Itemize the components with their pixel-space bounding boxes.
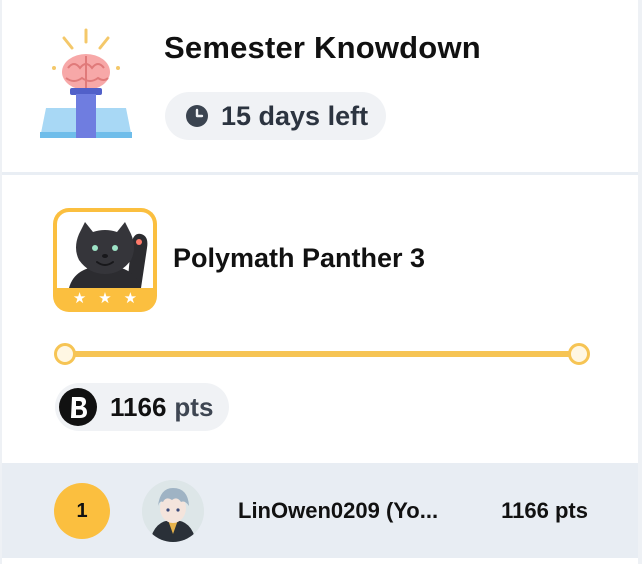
b-coin-icon (59, 388, 97, 426)
event-header-card: Semester Knowdown 15 days left (2, 0, 638, 175)
star-icon: ★ (98, 290, 112, 307)
progress-start-marker (54, 343, 76, 365)
user-avatar-image (142, 480, 204, 542)
progress-fill (64, 351, 580, 357)
progress-end-marker (568, 343, 590, 365)
level-card: ★ ★ ★ Polymath Panther 3 1166 pts (2, 175, 638, 463)
days-left-text: 15 days left (221, 100, 369, 131)
player-name: LinOwen0209 (Yo... (238, 498, 439, 523)
panther-icon (69, 222, 148, 288)
points-unit: pts (174, 391, 214, 422)
clock-icon (186, 105, 208, 127)
brain-trophy-icon (40, 28, 132, 138)
badge-portrait (57, 212, 153, 288)
leaderboard-panel: Semester Knowdown 15 days left ★ ★ ★ Pol… (2, 0, 638, 564)
points-value: 1166 (110, 391, 167, 422)
level-name: Polymath Panther 3 (173, 243, 426, 273)
row-divider (2, 558, 638, 564)
badge-stars: ★ ★ ★ (53, 287, 157, 309)
event-title: Semester Knowdown (164, 30, 481, 65)
panther-badge-icon: ★ ★ ★ (53, 208, 157, 312)
points-badge: 1166 pts (55, 383, 230, 431)
time-remaining-badge: 15 days left (165, 92, 387, 140)
player-points: 1166 pts (501, 498, 588, 523)
avatar[interactable] (142, 480, 204, 542)
leaderboard-row[interactable]: 1 LinOwen0209 (Yo... 1166 pts (2, 463, 638, 558)
level-progress-bar (54, 343, 590, 365)
rank-badge: 1 (54, 483, 110, 539)
star-icon: ★ (72, 290, 87, 307)
star-icon: ★ (123, 290, 138, 307)
